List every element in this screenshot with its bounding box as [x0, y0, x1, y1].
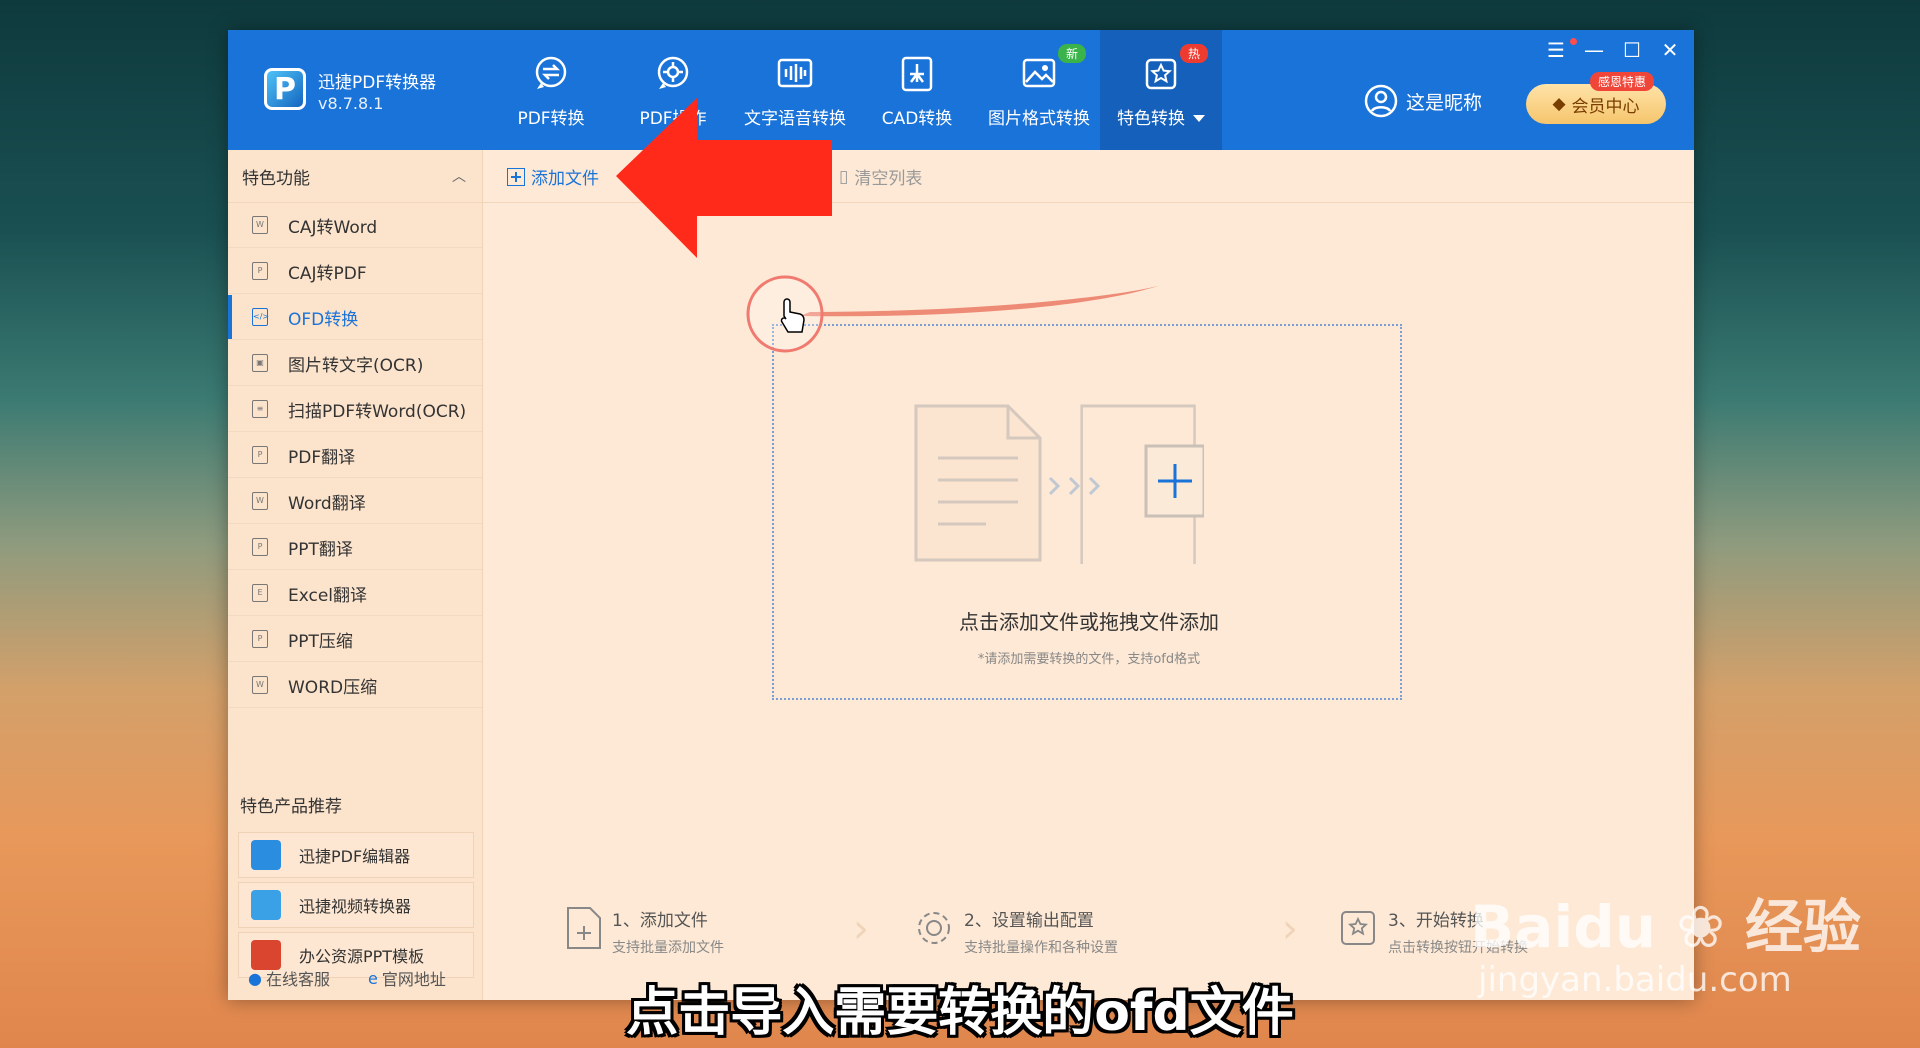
video-subtitle: 点击导入需要转换的ofd文件	[626, 983, 1294, 1043]
watermark-brand: Baidu ❀ 经验	[1470, 880, 1861, 964]
watermark-brand-cn: 经验	[1745, 893, 1862, 961]
watermark-brand-text: Baidu	[1470, 893, 1657, 961]
red-arrow-icon	[616, 98, 832, 258]
paw-icon: ❀	[1656, 893, 1746, 961]
highlight-stroke	[800, 286, 1158, 317]
